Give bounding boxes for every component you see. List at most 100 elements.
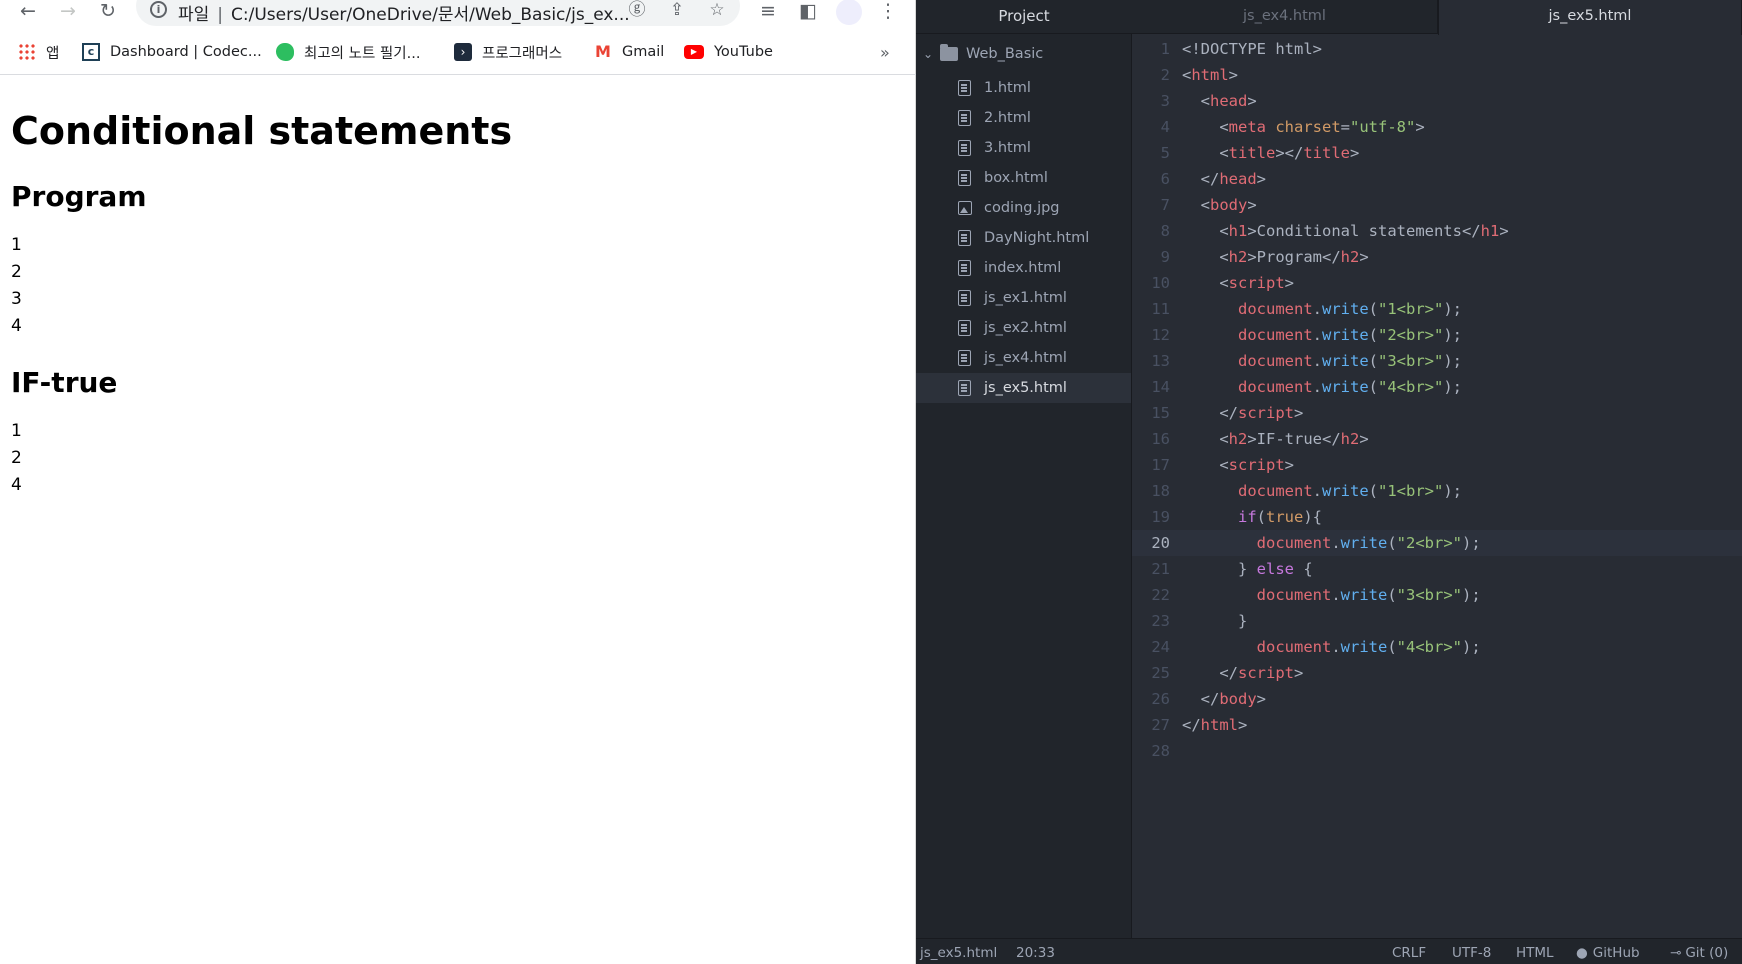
bookmarks-bar: 앱 c Dashboard | Codec... 최고의 노트 필기... › … [0,38,916,66]
page-title: Conditional statements [11,109,513,153]
address-protocol-label: 파일 [178,5,210,25]
browser-toolbar: ← → ↻ i 파일 | C:/Users/User/OneDrive/문서/Web… [0,0,916,26]
file-name: js_ex1.html [984,290,1067,306]
address-url[interactable]: C:/Users/User/OneDrive/문서/Web_Basic/js_e… [231,5,630,25]
output-line: 2 [11,448,22,468]
side-panel-icon[interactable]: ◧ [796,0,820,24]
tree-header[interactable]: Project [916,0,1132,34]
status-github-label: GitHub [1592,945,1640,961]
youtube-icon: ▶ [684,45,704,59]
image-file-icon [958,201,972,215]
file-icon [958,260,971,276]
file-name: coding.jpg [984,200,1060,216]
bookmark-label: Gmail [622,44,665,60]
tree-file[interactable]: js_ex4.html [916,343,1131,373]
bookmark-apps[interactable]: 앱 [18,38,59,66]
code-line: 27 </html> [1151,716,1248,734]
bookmark-gmail[interactable]: M Gmail [594,38,664,66]
programmers-icon: › [454,43,472,61]
bookmark-codecademy[interactable]: c Dashboard | Codec... [82,38,262,66]
status-encoding[interactable]: UTF-8 [1452,945,1491,961]
forward-icon[interactable]: → [56,0,80,24]
tree-file[interactable]: 1.html [916,73,1131,103]
tree-file[interactable]: 3.html [916,133,1131,163]
file-name: index.html [984,260,1062,276]
tree-file[interactable]: DayNight.html [916,223,1131,253]
code-line: 7 <body> [1160,196,1257,214]
toolbar-divider [0,74,916,75]
apps-grid-icon [18,43,36,61]
address-bar[interactable]: i 파일 | C:/Users/User/OneDrive/문서/Web_Basic… [136,0,740,26]
share-icon[interactable]: ⇪ [666,0,688,22]
status-line-ending[interactable]: CRLF [1392,945,1426,961]
translate-icon[interactable]: ⓖ [626,0,648,22]
bookmark-evernote[interactable]: 최고의 노트 필기... [276,38,420,66]
bookmark-label: YouTube [714,44,773,60]
tree-file[interactable]: box.html [916,163,1131,193]
file-name: 1.html [984,80,1031,96]
bookmark-label: Dashboard | Codec... [110,44,262,60]
status-cursor[interactable]: 20:33 [1016,945,1055,961]
file-icon [958,350,971,366]
reload-icon[interactable]: ↻ [96,0,120,24]
project-tree: Project ⌄ Web_Basic 1.html 2.html 3.html… [916,0,1132,938]
menu-kebab-icon[interactable]: ⋮ [876,0,900,24]
address-separator-icon: | [217,5,224,25]
site-info-icon[interactable]: i [150,1,167,18]
github-icon: ● [1576,945,1588,961]
section-heading-if-true: IF-true [11,366,118,399]
bookmarks-overflow-button[interactable]: » [880,38,890,66]
status-file[interactable]: js_ex5.html [920,945,997,961]
codecademy-icon: c [82,43,100,61]
chevron-down-icon: ⌄ [922,47,934,61]
code-editor-window: Project ⌄ Web_Basic 1.html 2.html 3.html… [916,0,1742,964]
back-icon[interactable]: ← [16,0,40,24]
code-line: 28 [1151,742,1170,760]
tree-file[interactable]: index.html [916,253,1131,283]
file-icon [958,380,971,396]
tree-file[interactable]: coding.jpg [916,193,1131,223]
code-line: 17 <script> [1151,456,1295,474]
page-content: Conditional statements Program 1 2 3 4 I… [11,76,512,499]
status-grammar[interactable]: HTML [1516,945,1554,961]
code-line: 25 </script> [1151,664,1304,682]
code-line: 12 document.write("2<br>"); [1151,326,1463,344]
code-line: 19 if(true){ [1151,508,1323,526]
file-name: js_ex5.html [984,380,1067,396]
reading-list-icon[interactable]: ≡ [756,0,780,24]
file-icon [958,320,971,336]
code-area[interactable]: 1 <!DOCTYPE html> 2 <html> 3 <head> 4 <met… [1132,36,1742,936]
code-line: 8 <h1>Conditional statements</h1> [1160,222,1509,240]
output-line: 2 [11,262,22,282]
file-name: box.html [984,170,1048,186]
tree-file-active[interactable]: js_ex5.html [916,373,1131,403]
bookmark-star-icon[interactable]: ☆ [706,0,728,22]
status-git[interactable]: ⊸ Git (0) [1670,945,1728,961]
section-heading-program: Program [11,180,147,213]
file-name: DayNight.html [984,230,1090,246]
evernote-icon [276,43,294,61]
code-line: 11 document.write("1<br>"); [1151,300,1463,318]
program-output: 1 2 3 4 [11,232,512,340]
bookmark-youtube[interactable]: ▶ YouTube [684,38,773,66]
editor-tab-bar: js_ex4.html js_ex5.html [1132,0,1742,35]
bookmark-programmers[interactable]: › 프로그래머스 [454,38,562,66]
code-line: 21 } else { [1151,560,1313,578]
file-name: js_ex2.html [984,320,1067,336]
folder-icon [940,44,958,61]
code-line: 4 <meta charset="utf-8"> [1160,118,1425,136]
file-icon [958,170,971,186]
root-folder[interactable]: ⌄ Web_Basic [916,40,1043,68]
tab-js-ex5[interactable]: js_ex5.html [1438,0,1742,35]
code-line: 13 document.write("3<br>"); [1151,352,1463,370]
tree-file[interactable]: 2.html [916,103,1131,133]
code-line: 5 <title></title> [1160,144,1360,162]
browser-window: ← → ↻ i 파일 | C:/Users/User/OneDrive/문서/Web… [0,0,916,964]
if-true-output: 1 2 4 [11,418,512,499]
tree-file[interactable]: js_ex1.html [916,283,1131,313]
profile-avatar[interactable] [836,0,862,25]
tab-js-ex4[interactable]: js_ex4.html [1132,0,1438,34]
tree-file[interactable]: js_ex2.html [916,313,1131,343]
status-github[interactable]: ● GitHub [1576,945,1640,961]
file-icon [958,80,971,96]
